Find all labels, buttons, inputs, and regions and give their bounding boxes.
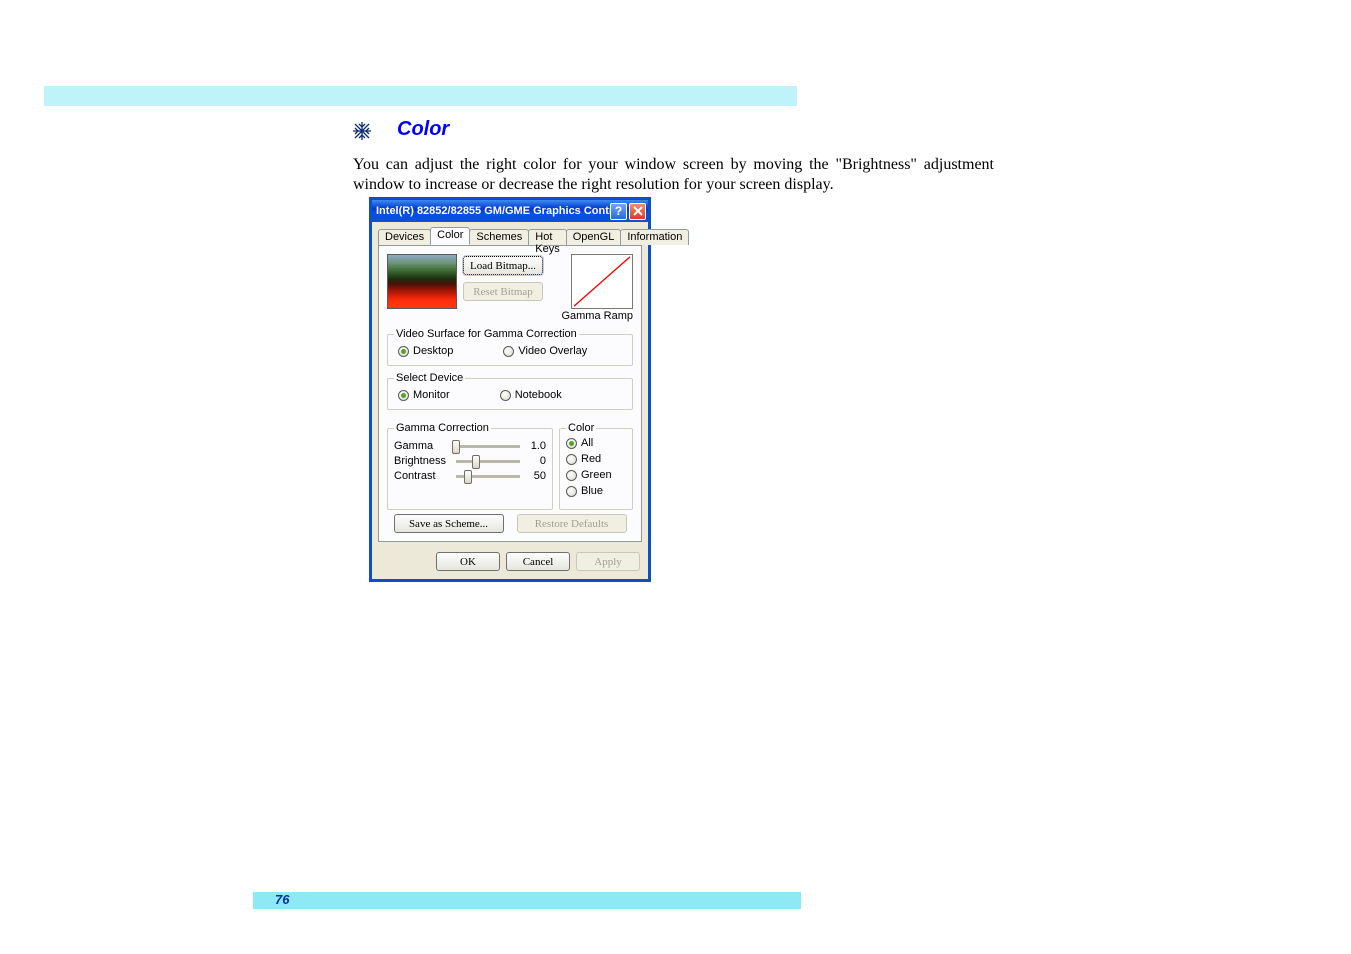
- radio-color-all-label: All: [581, 437, 593, 449]
- save-scheme-button[interactable]: Save as Scheme...: [394, 514, 504, 533]
- bitmap-preview: [387, 254, 457, 309]
- radio-icon: [566, 454, 577, 465]
- group-gamma-correction: Gamma Correction Gamma 1.0 Brightness 0 …: [387, 422, 553, 510]
- footer-bar: [253, 892, 801, 909]
- page-number: 76: [275, 892, 289, 907]
- dialog-button-row: OK Cancel Apply: [372, 548, 648, 579]
- radio-video-overlay-label: Video Overlay: [518, 345, 587, 357]
- group-gamma-correction-legend: Gamma Correction: [394, 422, 491, 434]
- header-bar: [44, 86, 797, 106]
- radio-icon: [566, 470, 577, 481]
- radio-color-blue[interactable]: Blue: [566, 485, 626, 497]
- radio-monitor-label: Monitor: [413, 389, 450, 401]
- close-button[interactable]: [629, 203, 646, 220]
- slider-track[interactable]: [456, 445, 520, 448]
- radio-icon: [398, 390, 409, 401]
- group-select-device-legend: Select Device: [394, 372, 465, 384]
- gamma-ramp-label: Gamma Ramp: [561, 310, 633, 322]
- slider-gamma-value: 1.0: [524, 440, 546, 452]
- radio-color-green[interactable]: Green: [566, 469, 626, 481]
- radio-color-red[interactable]: Red: [566, 453, 626, 465]
- tab-information[interactable]: Information: [620, 229, 689, 245]
- radio-icon: [566, 438, 577, 449]
- section-heading: Color: [397, 118, 449, 141]
- apply-button: Apply: [576, 552, 640, 571]
- tab-panel-color: Load Bitmap... Reset Bitmap Gamma Ramp V…: [378, 245, 642, 542]
- radio-color-all[interactable]: All: [566, 437, 626, 449]
- help-button[interactable]: ?: [610, 203, 627, 220]
- snowflake-bullet-icon: [352, 121, 372, 141]
- tab-opengl[interactable]: OpenGL: [566, 229, 622, 245]
- slider-brightness-value: 0: [524, 455, 546, 467]
- tab-schemes[interactable]: Schemes: [469, 229, 529, 245]
- group-video-surface-legend: Video Surface for Gamma Correction: [394, 328, 579, 340]
- group-color: Color All Red Green: [559, 422, 633, 510]
- radio-icon: [398, 346, 409, 357]
- window-title: Intel(R) 82852/82855 GM/GME Graphics Con…: [376, 205, 610, 217]
- radio-icon: [500, 390, 511, 401]
- titlebar[interactable]: Intel(R) 82852/82855 GM/GME Graphics Con…: [372, 200, 648, 222]
- reset-bitmap-button: Reset Bitmap: [463, 282, 543, 301]
- body-paragraph: You can adjust the right color for your …: [353, 155, 994, 195]
- radio-color-blue-label: Blue: [581, 485, 603, 497]
- radio-icon: [566, 486, 577, 497]
- cancel-button[interactable]: Cancel: [506, 552, 570, 571]
- radio-icon: [503, 346, 514, 357]
- slider-contrast-label: Contrast: [394, 470, 452, 482]
- load-bitmap-button[interactable]: Load Bitmap...: [463, 256, 543, 275]
- slider-thumb-icon[interactable]: [452, 440, 460, 454]
- slider-brightness-label: Brightness: [394, 455, 452, 467]
- radio-desktop-label: Desktop: [413, 345, 453, 357]
- radio-monitor[interactable]: Monitor: [398, 389, 450, 401]
- slider-track[interactable]: [456, 475, 520, 478]
- slider-track[interactable]: [456, 460, 520, 463]
- restore-defaults-button: Restore Defaults: [517, 514, 627, 533]
- group-select-device: Select Device Monitor Notebook: [387, 372, 633, 410]
- properties-dialog: Intel(R) 82852/82855 GM/GME Graphics Con…: [369, 197, 651, 582]
- group-video-surface: Video Surface for Gamma Correction Deskt…: [387, 328, 633, 366]
- radio-video-overlay[interactable]: Video Overlay: [503, 345, 587, 357]
- radio-desktop[interactable]: Desktop: [398, 345, 453, 357]
- gamma-ramp-preview: [571, 254, 633, 309]
- ok-button[interactable]: OK: [436, 552, 500, 571]
- radio-notebook[interactable]: Notebook: [500, 389, 562, 401]
- slider-brightness[interactable]: Brightness 0: [394, 455, 546, 467]
- tab-hotkeys[interactable]: Hot Keys: [528, 229, 566, 245]
- group-color-legend: Color: [566, 422, 596, 434]
- radio-notebook-label: Notebook: [515, 389, 562, 401]
- slider-contrast[interactable]: Contrast 50: [394, 470, 546, 482]
- tab-strip: Devices Color Schemes Hot Keys OpenGL In…: [378, 227, 642, 245]
- slider-gamma[interactable]: Gamma 1.0: [394, 440, 546, 452]
- slider-gamma-label: Gamma: [394, 440, 452, 452]
- tab-devices[interactable]: Devices: [378, 229, 431, 245]
- slider-thumb-icon[interactable]: [464, 470, 472, 484]
- slider-thumb-icon[interactable]: [472, 455, 480, 469]
- radio-color-green-label: Green: [581, 469, 612, 481]
- slider-contrast-value: 50: [524, 470, 546, 482]
- radio-color-red-label: Red: [581, 453, 601, 465]
- tab-color[interactable]: Color: [430, 227, 470, 245]
